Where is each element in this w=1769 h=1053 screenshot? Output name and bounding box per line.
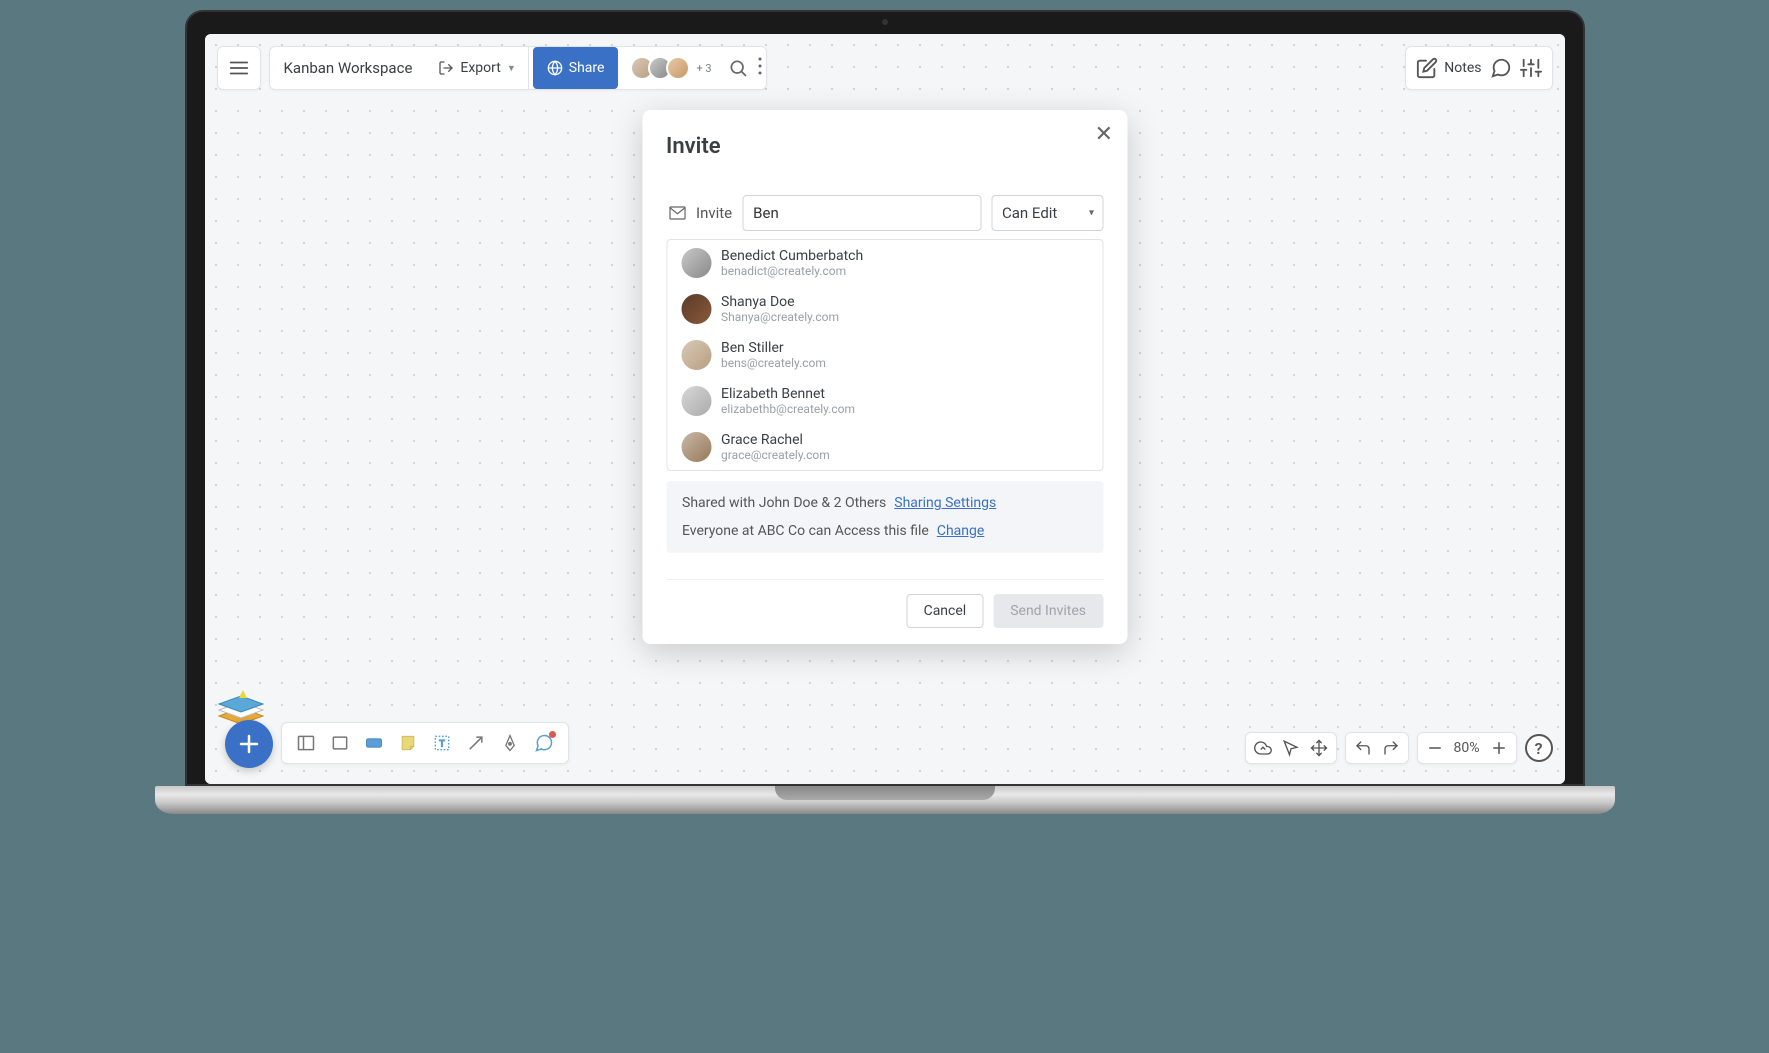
text-tool-icon[interactable]: T bbox=[428, 729, 456, 757]
comment-icon[interactable] bbox=[1490, 57, 1512, 79]
workspace-title: Kanban Workspace bbox=[270, 59, 427, 77]
modal-title: Invite bbox=[666, 134, 1103, 159]
suggestion-email: benadict@creately.com bbox=[721, 264, 863, 278]
suggestion-name: Shanya Doe bbox=[721, 294, 839, 310]
suggestion-name: Grace Rachel bbox=[721, 432, 830, 448]
note-tool-icon[interactable] bbox=[394, 729, 422, 757]
svg-text:T: T bbox=[439, 739, 445, 749]
permission-select[interactable]: Can Edit bbox=[991, 195, 1103, 231]
menu-button[interactable] bbox=[217, 46, 261, 90]
suggestion-email: grace@creately.com bbox=[721, 448, 830, 462]
suggestion-item[interactable]: Elizabeth Bennet elizabethb@creately.com bbox=[667, 378, 1102, 424]
suggestion-email: elizabethb@creately.com bbox=[721, 402, 855, 416]
suggestion-email: bens@creately.com bbox=[721, 356, 826, 370]
notes-button[interactable]: Notes bbox=[1416, 57, 1481, 79]
settings-icon[interactable] bbox=[1520, 57, 1542, 79]
avatar bbox=[666, 56, 690, 80]
zoom-in-button[interactable] bbox=[1488, 737, 1510, 759]
export-icon bbox=[438, 60, 454, 76]
notification-dot-icon bbox=[549, 731, 556, 738]
redo-button[interactable] bbox=[1380, 737, 1402, 759]
org-access-text: Everyone at ABC Co can Access this file bbox=[682, 523, 929, 539]
share-button[interactable]: Share bbox=[533, 47, 619, 89]
arrow-tool-icon[interactable] bbox=[462, 729, 490, 757]
globe-icon bbox=[547, 60, 563, 76]
help-button[interactable]: ? bbox=[1525, 734, 1553, 762]
rectangle-tool-icon[interactable] bbox=[326, 729, 354, 757]
suggestion-item[interactable]: Ben Stiller bens@creately.com bbox=[667, 332, 1102, 378]
close-button[interactable]: ✕ bbox=[1095, 122, 1113, 147]
panel-tool-icon[interactable] bbox=[292, 729, 320, 757]
suggestion-item[interactable]: Shanya Doe Shanya@creately.com bbox=[667, 286, 1102, 332]
zoom-out-button[interactable] bbox=[1424, 737, 1446, 759]
plus-icon bbox=[237, 732, 261, 756]
invite-input[interactable] bbox=[742, 195, 981, 231]
cancel-button[interactable]: Cancel bbox=[907, 594, 984, 628]
suggestion-item[interactable]: Benedict Cumberbatch benadict@creately.c… bbox=[667, 240, 1102, 286]
shared-with-text: Shared with John Doe & 2 Others bbox=[682, 495, 886, 511]
add-button[interactable] bbox=[225, 720, 273, 768]
more-options-button[interactable] bbox=[754, 57, 766, 79]
undo-button[interactable] bbox=[1352, 737, 1374, 759]
pen-tool-icon[interactable] bbox=[496, 729, 524, 757]
export-button[interactable]: Export ▼ bbox=[426, 47, 528, 89]
suggestion-item[interactable]: Grace Rachel grace@creately.com bbox=[667, 424, 1102, 470]
mail-icon bbox=[666, 204, 688, 222]
additional-collaborators-count: + 3 bbox=[692, 62, 715, 75]
top-toolbar: Kanban Workspace Export ▼ Share bbox=[217, 46, 1553, 90]
search-icon[interactable] bbox=[728, 58, 748, 78]
card-tool-icon[interactable] bbox=[360, 729, 388, 757]
shape-toolbar: T bbox=[281, 722, 569, 764]
edit-icon bbox=[1416, 57, 1438, 79]
cursor-tool-icon[interactable] bbox=[1280, 737, 1302, 759]
cloud-sync-icon[interactable] bbox=[1252, 737, 1274, 759]
suggestion-name: Ben Stiller bbox=[721, 340, 826, 356]
zoom-level: 80% bbox=[1452, 740, 1482, 756]
avatar bbox=[681, 248, 711, 278]
send-invites-button[interactable]: Send Invites bbox=[993, 594, 1103, 628]
move-tool-icon[interactable] bbox=[1308, 737, 1330, 759]
chat-tool-icon[interactable] bbox=[530, 729, 558, 757]
change-access-link[interactable]: Change bbox=[937, 523, 984, 539]
avatar bbox=[681, 386, 711, 416]
sharing-settings-link[interactable]: Sharing Settings bbox=[894, 495, 996, 511]
sharing-info-panel: Shared with John Doe & 2 Others Sharing … bbox=[666, 481, 1103, 553]
chevron-down-icon: ▼ bbox=[507, 63, 516, 74]
invite-modal: ✕ Invite Invite Can Edit bbox=[642, 110, 1127, 644]
avatar bbox=[681, 432, 711, 462]
invite-label: Invite bbox=[696, 204, 732, 222]
avatar bbox=[681, 340, 711, 370]
suggestions-dropdown: Benedict Cumberbatch benadict@creately.c… bbox=[666, 239, 1103, 471]
suggestion-name: Benedict Cumberbatch bbox=[721, 248, 863, 264]
collaborator-avatars[interactable]: + 3 bbox=[624, 56, 721, 80]
suggestion-email: Shanya@creately.com bbox=[721, 310, 839, 324]
avatar bbox=[681, 294, 711, 324]
suggestion-name: Elizabeth Bennet bbox=[721, 386, 855, 402]
laptop-frame: Kanban Workspace Export ▼ Share bbox=[185, 10, 1585, 814]
bottom-right-controls: 80% ? bbox=[1245, 732, 1553, 764]
right-tools: Notes bbox=[1405, 46, 1552, 90]
